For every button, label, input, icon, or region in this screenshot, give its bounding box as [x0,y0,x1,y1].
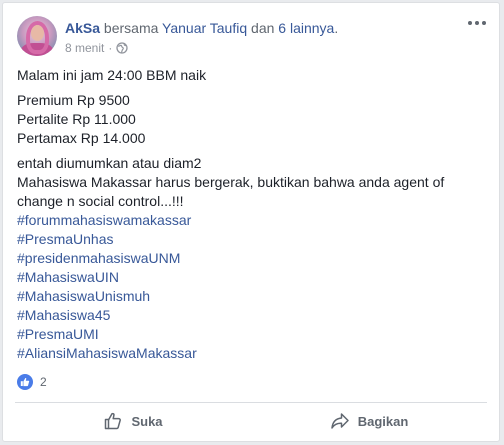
avatar-face [31,25,44,41]
hashtag-link[interactable]: #AliansiMahasiswaMakassar [17,344,487,363]
like-button-label: Suka [131,413,163,429]
like-button[interactable]: Suka [15,406,251,436]
thumbs-up-icon [105,412,122,430]
post-line-call-to-action: Mahasiswa Makassar harus bergerak, bukti… [17,174,445,209]
hashtag-link[interactable]: #forummahasiswamakassar [17,211,487,230]
post-header: AkSa bersama Yanuar Taufiq dan 6 lainnya… [65,19,338,37]
post-meta: 8 menit · [65,40,129,56]
action-divider [15,402,487,403]
meta-separator: · [108,41,113,55]
avatar[interactable] [17,16,57,56]
action-bar: Suka Bagikan [15,406,487,436]
post-card: AkSa bersama Yanuar Taufiq dan 6 lainnya… [2,2,500,442]
timestamp[interactable]: 8 menit [65,40,104,56]
like-reaction-icon [17,374,33,390]
share-button-label: Bagikan [357,413,409,429]
more-dot [482,21,486,25]
hashtag-link[interactable]: #Mahasiswa45 [17,306,487,325]
post-line-headline: Malam ini jam 24:00 BBM naik [17,67,207,83]
globe-icon[interactable] [116,42,129,54]
hashtag-link[interactable]: #presidenmahasiswaUNM [17,249,487,268]
reaction-count: 2 [40,375,47,389]
share-arrow-icon [330,413,349,429]
more-options-icon[interactable] [468,17,486,29]
hashtag-link[interactable]: #MahasiswaUIN [17,268,487,287]
more-dot [475,21,479,25]
header-period: . [334,20,339,36]
reaction-summary[interactable]: 2 [17,374,47,390]
hashtag-link[interactable]: #MahasiswaUnismuh [17,287,487,306]
others-link[interactable]: 6 lainnya [278,20,334,36]
share-button[interactable]: Bagikan [251,406,487,436]
price-line: Pertalite Rp 11.000 [17,111,136,127]
hashtag-link[interactable]: #PresmaUnhas [17,230,487,249]
and-text: dan [251,20,275,36]
with-text: bersama [103,20,159,36]
price-line: Pertamax Rp 14.000 [17,130,146,146]
author-name[interactable]: AkSa [65,20,100,36]
tagged-user-link[interactable]: Yanuar Taufiq [162,20,247,36]
hashtag-link[interactable]: #PresmaUMI [17,325,487,344]
post-line-announced: entah diumumkan atau diam2 [17,155,202,171]
price-line: Premium Rp 9500 [17,92,130,108]
more-dot [468,21,472,25]
post-body: Malam ini jam 24:00 BBM naik Premium Rp … [17,66,487,363]
